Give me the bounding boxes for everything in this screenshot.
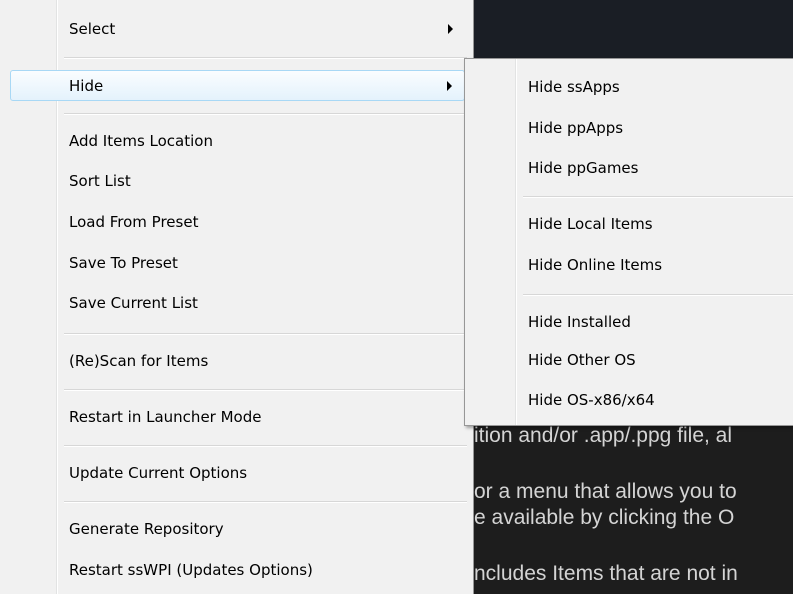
menu-item-label: Hide [69,76,104,95]
menu-separator [64,389,467,391]
submenu-item-hide-ppapps[interactable]: Hide ppApps [465,113,793,143]
background-text-line: e available by clicking the O [474,506,735,529]
background-text-line: ncludes Items that are not in [474,562,738,585]
menu-item-label: Save Current List [69,294,198,312]
menu-item-label: Restart ssWPI (Updates Options) [69,561,313,579]
menu-item-label: Select [69,20,116,38]
menu-item-label: Update Current Options [69,464,248,482]
menu-item-label: Load From Preset [69,213,199,231]
menu-item-label: Hide ppGames [528,159,639,177]
menu-item-add-items-location[interactable]: Add Items Location [0,126,473,156]
menu-item-update-current-options[interactable]: Update Current Options [0,458,473,488]
submenu-item-hide-installed[interactable]: Hide Installed [465,307,793,337]
submenu-item-hide-online-items[interactable]: Hide Online Items [465,250,793,280]
menu-item-label: Hide Online Items [528,256,663,274]
menu-item-load-from-preset[interactable]: Load From Preset [0,207,473,237]
menu-item-save-current-list[interactable]: Save Current List [0,288,473,318]
menu-item-label: Hide Installed [528,313,631,331]
menu-separator [64,333,467,335]
menu-item-restart-sswpi[interactable]: Restart ssWPI (Updates Options) [0,555,473,585]
menu-separator [523,294,793,296]
context-menu: Select Hide Add Items Location Sort List… [0,0,474,594]
menu-item-restart-launcher-mode[interactable]: Restart in Launcher Mode [0,402,473,432]
submenu-item-hide-ssapps[interactable]: Hide ssApps [465,72,793,102]
menu-item-label: Hide ssApps [528,78,620,96]
menu-item-label: Add Items Location [69,132,213,150]
menu-item-hide[interactable]: Hide [10,70,465,101]
menu-item-label: Hide ppApps [528,119,624,137]
menu-item-select[interactable]: Select [0,14,473,44]
menu-separator [64,445,467,447]
menu-separator [64,113,467,115]
menu-item-label: Generate Repository [69,520,224,538]
submenu-arrow-icon [448,24,453,34]
submenu-item-hide-os-arch[interactable]: Hide OS-x86/x64 [465,385,793,415]
menu-item-label: (Re)Scan for Items [69,352,209,370]
hide-submenu: Hide ssApps Hide ppApps Hide ppGames Hid… [464,58,793,426]
submenu-arrow-icon [447,80,452,91]
menu-item-label: Hide Local Items [528,215,653,233]
submenu-item-hide-local-items[interactable]: Hide Local Items [465,209,793,239]
menu-item-save-to-preset[interactable]: Save To Preset [0,248,473,278]
submenu-item-hide-other-os[interactable]: Hide Other OS [465,345,793,375]
menu-item-label: Hide Other OS [528,351,636,369]
menu-item-label: Hide OS-x86/x64 [528,391,655,409]
window-header-area [474,0,793,58]
background-text-line: or a menu that allows you to [474,480,737,503]
menu-item-generate-repository[interactable]: Generate Repository [0,514,473,544]
menu-item-label: Restart in Launcher Mode [69,408,262,426]
menu-item-sort-list[interactable]: Sort List [0,166,473,196]
menu-separator [523,196,793,198]
menu-item-label: Sort List [69,172,131,190]
menu-separator [64,501,467,503]
menu-separator [64,57,467,59]
submenu-item-hide-ppgames[interactable]: Hide ppGames [465,153,793,183]
background-text-line: ition and/or .app/.ppg file, al [474,424,733,447]
menu-item-label: Save To Preset [69,254,178,272]
menu-item-rescan[interactable]: (Re)Scan for Items [0,346,473,376]
